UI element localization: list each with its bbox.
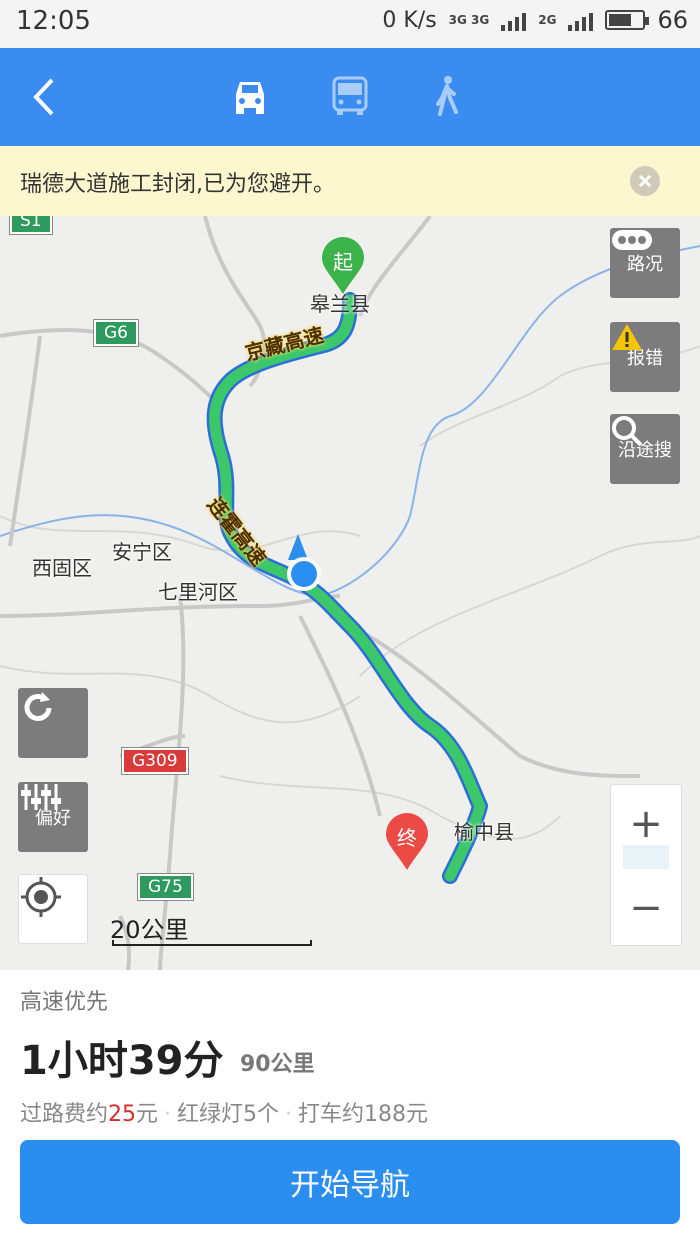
shield-g75: G75 xyxy=(137,873,194,901)
locate-button[interactable] xyxy=(18,874,88,944)
place-yuzhong: 榆中县 xyxy=(454,820,514,844)
signal-icon-1 xyxy=(501,9,527,31)
network-type-2: 2G xyxy=(538,13,557,27)
search-icon xyxy=(612,416,643,447)
sliders-icon xyxy=(21,784,61,810)
preference-button[interactable]: 偏好 xyxy=(18,782,88,852)
route-notice-banner: 瑞德大道施工封闭,已为您避开。 xyxy=(0,146,700,216)
traffic-label: 路况 xyxy=(627,254,663,275)
refresh-button[interactable] xyxy=(18,688,88,758)
place-xigu: 西固区 xyxy=(32,556,92,580)
end-marker-label: 终 xyxy=(397,826,417,850)
separator-dot: · xyxy=(164,1102,172,1127)
traffic-icon xyxy=(612,230,652,250)
walk-icon xyxy=(436,76,458,116)
status-time: 12:05 xyxy=(16,6,91,36)
start-navigation-button[interactable]: 开始导航 xyxy=(20,1140,680,1224)
shield-g309: G309 xyxy=(121,747,189,775)
mode-bus-button[interactable] xyxy=(328,74,372,118)
route-info: 过路费约25元 · 红绿灯5个 · 打车约188元 xyxy=(20,1096,428,1128)
location-arrow-icon xyxy=(287,534,321,591)
taxi-fare: 打车约188元 xyxy=(298,1102,429,1127)
mode-car-button[interactable] xyxy=(228,74,272,118)
route-preference: 高速优先 xyxy=(20,990,109,1015)
close-icon xyxy=(638,174,652,188)
map-scale-bar xyxy=(112,940,312,946)
status-bar: 12:05 0 K/s 3G 3G 2G 66 xyxy=(0,0,700,48)
notice-text: 瑞德大道施工封闭,已为您避开。 xyxy=(20,172,335,197)
route-summary-panel: 高速优先 1小时39分 90公里 过路费约25元 · 红绿灯5个 · 打车约188元 开… xyxy=(0,970,700,1244)
traffic-button[interactable]: 路况 xyxy=(610,228,680,298)
shield-s1: S1 xyxy=(9,216,53,235)
back-arrow-icon xyxy=(33,78,54,116)
current-location-marker xyxy=(284,534,324,594)
place-qilihe: 七里河区 xyxy=(158,580,238,604)
report-error-button[interactable]: 报错 xyxy=(610,322,680,392)
search-along-button[interactable]: 沿途搜 xyxy=(610,414,680,484)
bus-icon xyxy=(332,76,368,115)
refresh-icon xyxy=(24,692,52,721)
toll-value: 25 xyxy=(108,1102,137,1127)
battery-icon xyxy=(605,10,650,30)
warning-icon xyxy=(612,324,642,350)
battery-level: 66 xyxy=(657,6,688,34)
shield-g6: G6 xyxy=(93,319,139,347)
end-marker[interactable]: 终 xyxy=(384,812,430,872)
toll-prefix: 过路费约 xyxy=(20,1102,109,1127)
separator-dot: · xyxy=(285,1102,293,1127)
start-marker[interactable]: 起 xyxy=(320,236,366,296)
top-bar xyxy=(0,48,700,146)
place-anning: 安宁区 xyxy=(112,540,172,564)
car-icon xyxy=(236,82,264,114)
back-button[interactable] xyxy=(22,72,72,122)
mode-walk-button[interactable] xyxy=(426,74,470,118)
network-speed: 0 K/s xyxy=(382,7,437,33)
route-duration: 1小时39分 xyxy=(20,1038,224,1084)
signal-icon-2 xyxy=(568,9,594,31)
network-type-1: 3G 3G xyxy=(448,13,490,27)
start-marker-label: 起 xyxy=(333,250,353,274)
zoom-out-button[interactable]: − xyxy=(611,873,681,943)
map-view[interactable]: S1 G6 G309 G75 京藏高速 连霍高速 皋兰县 安宁区 西固区 七里河… xyxy=(0,216,700,970)
route-distance: 90公里 xyxy=(240,1052,315,1077)
zoom-control: + − xyxy=(610,784,682,946)
notice-close-button[interactable] xyxy=(630,166,660,196)
zoom-level-indicator xyxy=(623,845,669,869)
traffic-lights: 红绿灯5个 xyxy=(177,1102,280,1127)
locate-icon xyxy=(21,877,61,917)
toll-unit: 元 xyxy=(136,1102,159,1127)
